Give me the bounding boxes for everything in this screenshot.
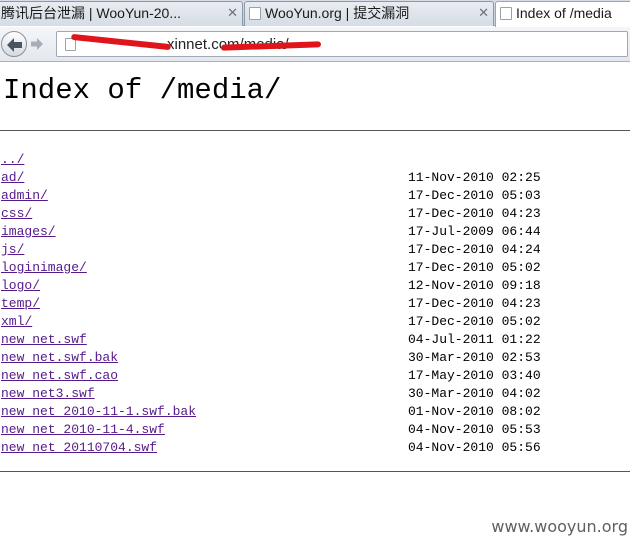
- entry-link[interactable]: images/: [1, 223, 56, 241]
- entry-date: 04-Nov-2010 05:56: [408, 440, 541, 455]
- tab-title: Index of /media: [516, 5, 612, 21]
- list-item: new_net_2010-11-1.swf.bak 01-Nov-2010 08…: [0, 403, 630, 421]
- entry-link[interactable]: logo/: [1, 277, 40, 295]
- entry-date: 17-Dec-2010 05:02: [408, 260, 541, 275]
- list-item: new_net_2010-11-4.swf 04-Nov-2010 05:53: [0, 421, 630, 439]
- tab-wooyun-submit[interactable]: WooYun.org | 提交漏洞 ✕: [244, 1, 494, 26]
- back-arrow-icon: [7, 38, 22, 52]
- entry-date: 01-Nov-2010 08:02: [408, 404, 541, 419]
- directory-listing: ../ ad/ 11-Nov-2010 02:25 admin/ 17-Dec-…: [0, 151, 630, 457]
- entry-date: 04-Nov-2010 05:53: [408, 422, 541, 437]
- browser-toolbar: xinnet.com/media/: [0, 27, 630, 62]
- entry-link[interactable]: admin/: [1, 187, 48, 205]
- entry-link[interactable]: loginimage/: [1, 259, 87, 277]
- entry-link[interactable]: xml/: [1, 313, 32, 331]
- entry-date: 12-Nov-2010 09:18: [408, 278, 541, 293]
- list-item: ad/ 11-Nov-2010 02:25: [0, 169, 630, 187]
- list-item: logo/ 12-Nov-2010 09:18: [0, 277, 630, 295]
- parent-directory-link[interactable]: ../: [1, 151, 24, 169]
- entry-date: 17-May-2010 03:40: [408, 368, 541, 383]
- address-bar[interactable]: xinnet.com/media/: [56, 31, 628, 57]
- watermark: www.wooyun.org: [491, 517, 628, 536]
- entry-date: 17-Dec-2010 05:03: [408, 188, 541, 203]
- entry-date: 17-Dec-2010 04:24: [408, 242, 541, 257]
- list-item: ../: [0, 151, 630, 169]
- divider: [0, 471, 630, 472]
- forward-arrow-icon: [31, 38, 43, 50]
- list-item: temp/ 17-Dec-2010 04:23: [0, 295, 630, 313]
- list-item: new_net_20110704.swf 04-Nov-2010 05:56: [0, 439, 630, 457]
- tab-wooyun-leak[interactable]: 腾讯后台泄漏 | WooYun-20... ✕: [0, 1, 243, 26]
- list-item: new_net.swf.bak 30-Mar-2010 02:53: [0, 349, 630, 367]
- list-item: loginimage/ 17-Dec-2010 05:02: [0, 259, 630, 277]
- entry-date: 17-Dec-2010 04:23: [408, 296, 541, 311]
- entry-date: 17-Jul-2009 06:44: [408, 224, 541, 239]
- entry-date: 04-Jul-2011 01:22: [408, 332, 541, 347]
- back-button[interactable]: [1, 31, 27, 57]
- redaction-mark: [70, 33, 172, 51]
- close-icon[interactable]: ✕: [478, 2, 489, 24]
- entry-link[interactable]: new_net.swf.cao: [1, 367, 118, 385]
- entry-date: 11-Nov-2010 02:25: [408, 170, 541, 185]
- list-item: new_net.swf 04-Jul-2011 01:22: [0, 331, 630, 349]
- entry-date: 17-Dec-2010 04:23: [408, 206, 541, 221]
- list-item: js/ 17-Dec-2010 04:24: [0, 241, 630, 259]
- entry-link[interactable]: new_net3.swf: [1, 385, 95, 403]
- entry-link[interactable]: temp/: [1, 295, 40, 313]
- list-item: xml/ 17-Dec-2010 05:02: [0, 313, 630, 331]
- entry-link[interactable]: css/: [1, 205, 32, 223]
- list-item: new_net.swf.cao 17-May-2010 03:40: [0, 367, 630, 385]
- entry-link[interactable]: new_net_2010-11-4.swf: [1, 421, 165, 439]
- tab-title: 腾讯后台泄漏 | WooYun-20...: [1, 5, 181, 21]
- entry-link[interactable]: new_net_2010-11-1.swf.bak: [1, 403, 196, 421]
- entry-date: 30-Mar-2010 04:02: [408, 386, 541, 401]
- forward-button[interactable]: [28, 35, 46, 53]
- page-title: Index of /media/: [3, 74, 282, 107]
- list-item: new_net3.swf 30-Mar-2010 04:02: [0, 385, 630, 403]
- page-icon: [500, 7, 512, 20]
- close-icon[interactable]: ✕: [227, 2, 238, 24]
- entry-link[interactable]: js/: [1, 241, 24, 259]
- tab-index-media[interactable]: Index of /media: [495, 1, 630, 27]
- entry-link[interactable]: ad/: [1, 169, 24, 187]
- page-icon: [249, 7, 261, 20]
- list-item: admin/ 17-Dec-2010 05:03: [0, 187, 630, 205]
- list-item: css/ 17-Dec-2010 04:23: [0, 205, 630, 223]
- entry-date: 30-Mar-2010 02:53: [408, 350, 541, 365]
- entry-link[interactable]: new_net_20110704.swf: [1, 439, 157, 457]
- tab-strip: 腾讯后台泄漏 | WooYun-20... ✕ WooYun.org | 提交漏…: [0, 0, 630, 27]
- divider: [0, 130, 630, 131]
- list-item: images/ 17-Jul-2009 06:44: [0, 223, 630, 241]
- entry-link[interactable]: new_net.swf: [1, 331, 87, 349]
- tab-title: WooYun.org | 提交漏洞: [265, 5, 410, 21]
- entry-date: 17-Dec-2010 05:02: [408, 314, 541, 329]
- entry-link[interactable]: new_net.swf.bak: [1, 349, 118, 367]
